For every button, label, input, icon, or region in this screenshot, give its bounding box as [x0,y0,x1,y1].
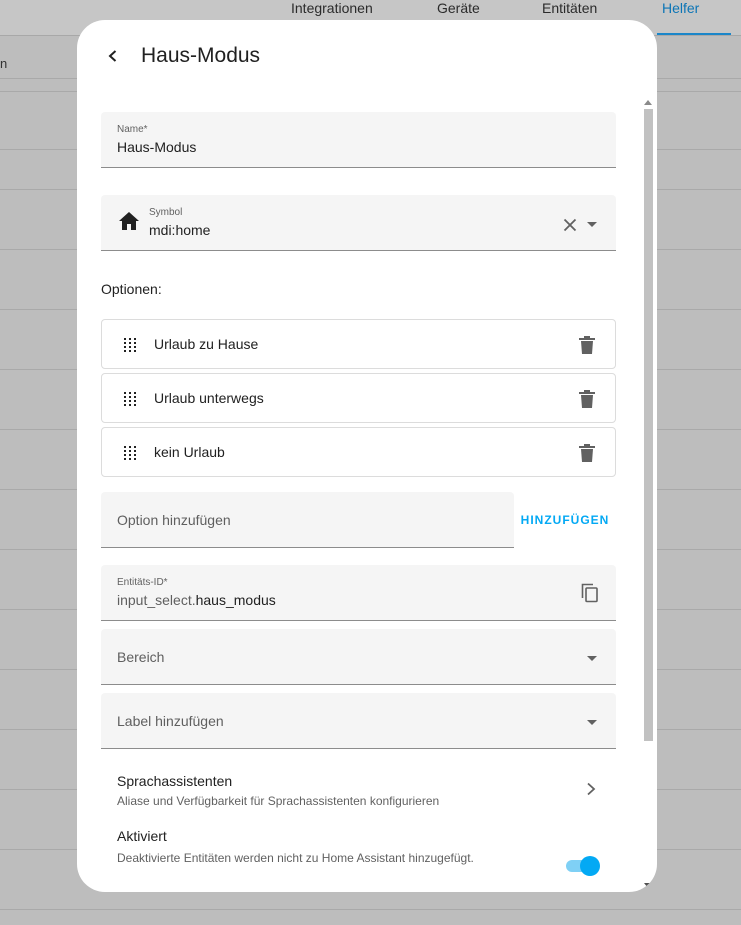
add-option-placeholder: Option hinzufügen [117,512,231,528]
voice-assistants-title: Sprachassistenten [117,773,233,789]
chevron-down-icon[interactable] [587,222,597,227]
entity-id-suffix: haus_modus [195,592,276,608]
options-heading: Optionen: [101,281,162,297]
option-item[interactable]: kein Urlaub [101,427,616,477]
tab-helfer[interactable]: Helfer [662,0,699,36]
active-tab-indicator [657,33,731,35]
enabled-toggle[interactable] [564,855,600,876]
entity-id-prefix: input_select. [117,592,196,608]
name-field[interactable]: Name* Haus-Modus [101,112,616,168]
name-field-value: Haus-Modus [117,139,197,155]
back-button[interactable] [99,42,127,70]
background-row-divider [0,909,741,910]
dialog-title: Haus-Modus [141,44,261,67]
drag-handle-icon[interactable] [123,445,137,461]
chevron-down-icon[interactable] [587,656,597,661]
chevron-right-icon [587,782,596,796]
entity-id-field[interactable]: Entitäts-ID* input_select.haus_modus [101,565,616,621]
area-placeholder: Bereich [117,649,165,665]
enabled-subtitle: Deaktivierte Entitäten werden nicht zu H… [117,851,474,865]
clear-icon[interactable] [563,218,577,232]
dialog-header: Haus-Modus [77,20,657,92]
option-label: Urlaub zu Hause [154,336,259,352]
voice-assistants-subtitle: Aliase und Verfügbarkeit für Sprachassis… [117,794,440,808]
option-label: Urlaub unterwegs [154,390,264,406]
scroll-down-arrow[interactable] [644,883,652,888]
enabled-title: Aktiviert [117,828,167,844]
area-picker[interactable]: Bereich [101,629,616,685]
delete-icon[interactable] [578,335,596,355]
background-column-header: n [0,56,8,71]
label-picker[interactable]: Label hinzufügen [101,693,616,749]
chevron-down-icon[interactable] [587,720,597,725]
symbol-field-value: mdi:home [149,222,211,238]
option-item[interactable]: Urlaub zu Hause [101,319,616,369]
option-item[interactable]: Urlaub unterwegs [101,373,616,423]
dialog-scrollbar[interactable] [642,95,655,890]
delete-icon[interactable] [578,389,596,409]
add-option-input[interactable]: Option hinzufügen [101,492,514,548]
label-placeholder: Label hinzufügen [117,713,224,729]
add-option-button[interactable]: HINZUFÜGEN [514,504,616,536]
delete-icon[interactable] [578,443,596,463]
chevron-left-icon [108,50,117,62]
entity-id-value: input_select.haus_modus [117,591,276,609]
helper-settings-dialog: Haus-Modus Name* Haus-Modus Symbol mdi:h… [77,20,657,892]
toggle-knob [580,856,600,876]
copy-icon[interactable] [581,583,599,603]
entity-id-label: Entitäts-ID* [117,577,168,588]
home-icon [119,212,139,230]
symbol-picker[interactable]: Symbol mdi:home [101,195,616,251]
scroll-up-arrow[interactable] [644,100,652,105]
symbol-field-label: Symbol [149,207,183,218]
drag-handle-icon[interactable] [123,391,137,407]
name-field-label: Name* [117,124,148,135]
drag-handle-icon[interactable] [123,337,137,353]
scrollbar-thumb[interactable] [644,109,653,741]
voice-assistants-item[interactable]: Sprachassistenten Aliase und Verfügbarke… [77,757,637,821]
option-label: kein Urlaub [154,444,225,460]
dialog-content[interactable]: Name* Haus-Modus Symbol mdi:home Optione… [77,92,657,892]
